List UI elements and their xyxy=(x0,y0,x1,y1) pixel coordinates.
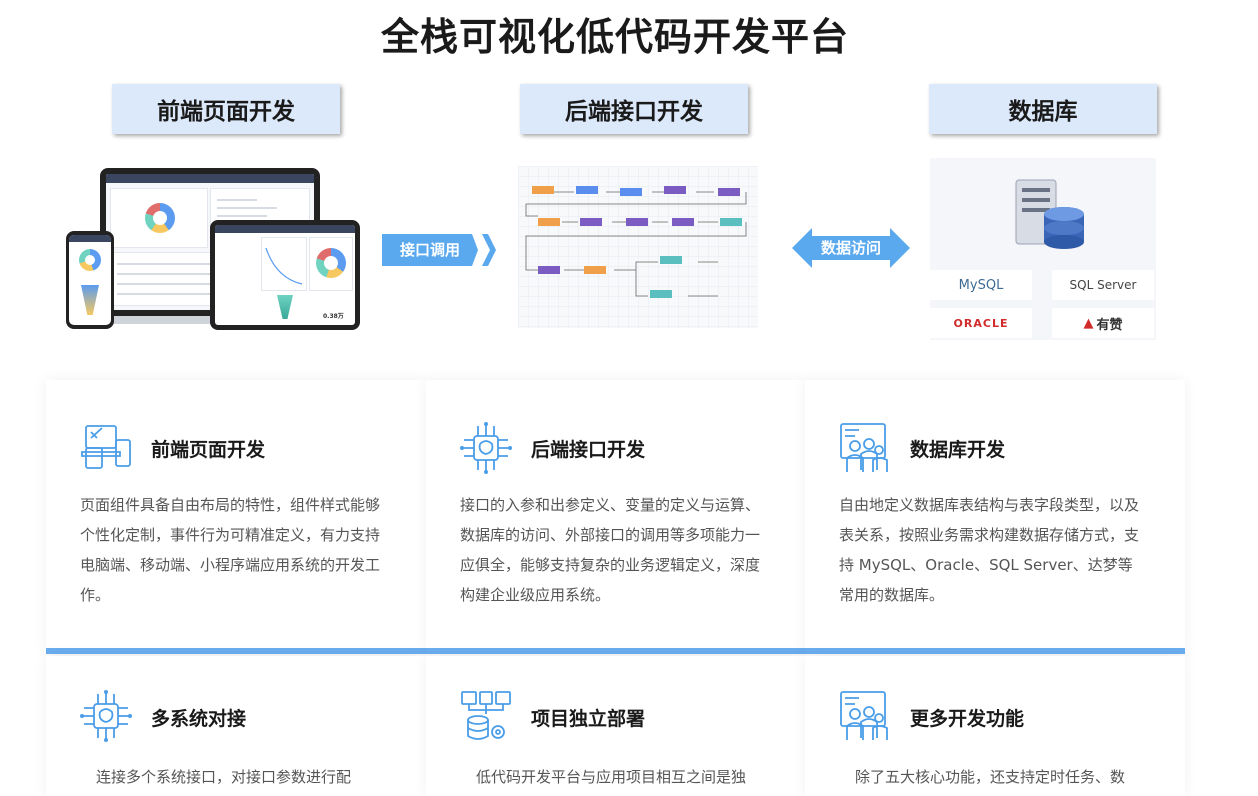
api-call-arrow: 接口调用 xyxy=(382,234,496,266)
deploy-icon xyxy=(461,691,511,740)
header-frontend: 前端页面开发 xyxy=(112,84,340,134)
feature-card-deploy: 项目独立部署 低代码开发平台与应用项目相互之间是独 xyxy=(426,656,806,796)
feature-body: 页面组件具备自由布局的特性，组件样式能够个性化定制，事件行为可精准定义，有力支持… xyxy=(80,496,381,604)
feature-body: 自由地定义数据库表结构与表字段类型，以及表关系，按照业务需求构建数据存储方式，支… xyxy=(839,496,1140,604)
feature-title: 后端接口开发 xyxy=(531,439,646,461)
amount-value: 0.38万 xyxy=(323,313,344,320)
sqlserver-logo: SQL Server xyxy=(1052,270,1154,300)
thumbs-up-icon: ▲ xyxy=(1083,315,1094,331)
header-backend: 后端接口开发 xyxy=(520,84,748,134)
api-call-label: 接口调用 xyxy=(399,241,460,259)
page-title: 全栈可视化低代码开发平台 xyxy=(380,15,849,59)
feature-card-more: 更多开发功能 除了五大核心功能，还支持定时任务、数 xyxy=(805,656,1185,796)
feature-card-database: 数据库开发 自由地定义数据库表结构与表字段类型，以及表关系，按照业务需求构建数据… xyxy=(805,380,1185,654)
feature-card-frontend: 前端页面开发 页面组件具备自由布局的特性，组件样式能够个性化定制，事件行为可精准… xyxy=(46,380,426,654)
chip-brain-icon xyxy=(80,690,132,742)
backend-flow-diagram xyxy=(518,166,758,328)
devices-icon xyxy=(81,425,131,469)
phone-image xyxy=(66,231,114,329)
youzan-label: 有赞 xyxy=(1096,317,1123,333)
youzan-logo: ▲ 有赞 xyxy=(1052,308,1154,338)
oracle-logo: ORACLE xyxy=(930,308,1032,338)
team-screen-icon xyxy=(840,423,888,472)
feature-card-integration: 多系统对接 连接多个系统接口，对接口参数进行配 xyxy=(46,656,426,796)
chip-brain-icon xyxy=(460,422,512,474)
feature-body: 连接多个系统接口，对接口参数进行配 xyxy=(96,768,352,786)
header-database: 数据库 xyxy=(929,84,1157,134)
feature-title: 多系统对接 xyxy=(151,708,247,730)
data-access-arrow: 数据访问 xyxy=(792,228,910,268)
feature-body: 除了五大核心功能，还支持定时任务、数 xyxy=(855,768,1126,786)
tablet-image: 0.38万 xyxy=(210,220,360,330)
feature-title: 更多开发功能 xyxy=(910,708,1025,730)
feature-title: 前端页面开发 xyxy=(151,439,266,461)
team-screen-icon xyxy=(840,691,888,740)
database-panel: MySQL SQL Server ORACLE ▲ 有赞 xyxy=(930,158,1156,340)
feature-title: 数据库开发 xyxy=(910,439,1006,461)
feature-card-backend: 后端接口开发 接口的入参和出参定义、变量的定义与运算、数据库的访问、外部接口的调… xyxy=(426,380,806,654)
devices-illustration: 0.38万 xyxy=(64,168,364,333)
feature-body: 低代码开发平台与应用项目相互之间是独 xyxy=(476,768,747,786)
server-database-icon xyxy=(1015,179,1084,249)
feature-body: 接口的入参和出参定义、变量的定义与运算、数据库的访问、外部接口的调用等多项能力一… xyxy=(460,496,761,604)
feature-title: 项目独立部署 xyxy=(531,708,646,730)
data-access-label: 数据访问 xyxy=(820,239,881,257)
mysql-logo: MySQL xyxy=(930,270,1032,300)
